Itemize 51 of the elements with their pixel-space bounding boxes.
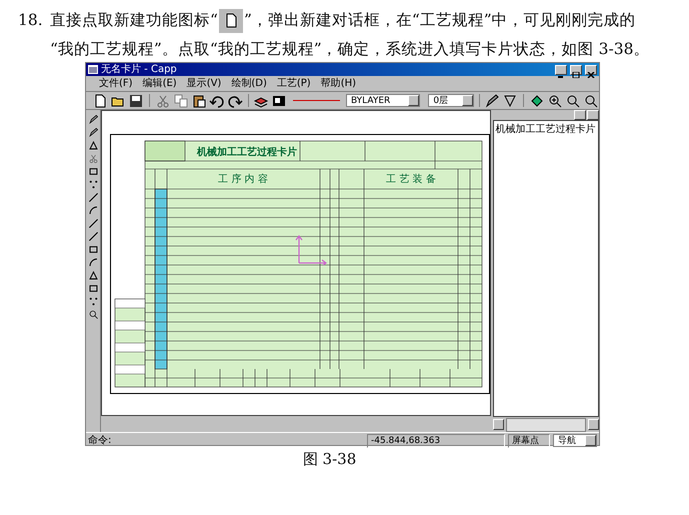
rectangle-icon[interactable] <box>88 283 99 294</box>
coordinate-axes-icon <box>295 233 328 265</box>
layer-select[interactable]: 0层 <box>428 94 474 107</box>
rectangle-icon[interactable] <box>88 166 99 177</box>
line-icon[interactable] <box>88 218 99 229</box>
rectangle-icon[interactable] <box>88 244 99 255</box>
diamond-icon[interactable] <box>529 92 546 108</box>
figure-caption: 图 3-38 <box>302 450 356 468</box>
instruction-text: ”，弹出新建对话框，在“工艺规程”中，可见刚刚完成的 <box>244 10 636 31</box>
menu-item[interactable]: 工艺(P) <box>276 77 312 90</box>
command-label: 命令: <box>88 434 112 447</box>
triangle-icon[interactable] <box>88 140 99 151</box>
pencil-icon[interactable] <box>484 92 500 108</box>
line-sample <box>293 100 340 101</box>
item-number: 18. <box>18 10 44 31</box>
zoom-icon[interactable] <box>88 309 99 320</box>
mode-select[interactable]: 导航 <box>553 434 597 447</box>
tree-item[interactable]: 机械加工工艺过程卡片 <box>495 123 596 136</box>
app-icon <box>88 65 98 74</box>
new-file-icon <box>218 8 243 32</box>
column-header: 工 序 内 容 <box>218 174 268 185</box>
menu-item[interactable]: 编辑(E) <box>142 77 178 90</box>
save-icon[interactable] <box>128 92 144 108</box>
zoom-in-icon[interactable] <box>547 92 564 108</box>
restore-button[interactable] <box>574 110 586 120</box>
points-icon[interactable] <box>88 179 99 190</box>
snap-mode: 屏幕点 <box>508 434 550 448</box>
coordinates-display: -45.844,68.363 <box>367 434 505 448</box>
close-button[interactable] <box>587 110 599 120</box>
pencil-icon[interactable] <box>88 114 99 125</box>
zoom-icon[interactable] <box>565 92 582 108</box>
line-icon[interactable] <box>88 231 99 242</box>
instruction-text: “我的工艺规程”。点取“我的工艺规程”，确定，系统进入填写卡片状态，如图 3-38。 <box>50 39 650 60</box>
arc-icon[interactable] <box>88 205 99 216</box>
menu-item[interactable]: 帮助(H) <box>320 77 358 90</box>
menu-item[interactable]: 显示(V) <box>186 77 222 90</box>
arc-icon[interactable] <box>88 257 99 268</box>
points-icon[interactable] <box>88 296 99 307</box>
column-header: 工 艺 装 备 <box>386 174 436 185</box>
card-title: 机械加工工艺过程卡片 <box>197 147 298 158</box>
menu-item[interactable]: 文件(F) <box>98 77 134 90</box>
window-title: 无名卡片 - Capp <box>101 63 178 76</box>
linetype-select[interactable]: BYLAYER <box>346 94 420 107</box>
triangle-icon[interactable] <box>88 270 99 281</box>
instruction-text: 直接点取新建功能图标“ <box>50 10 218 31</box>
menu-item[interactable]: 绘制(D) <box>230 77 268 90</box>
funnel-icon[interactable] <box>502 92 518 108</box>
line-icon[interactable] <box>88 192 99 203</box>
zoom-icon[interactable] <box>583 92 600 108</box>
pencil-icon[interactable] <box>88 127 99 138</box>
paste-icon[interactable] <box>190 92 207 108</box>
